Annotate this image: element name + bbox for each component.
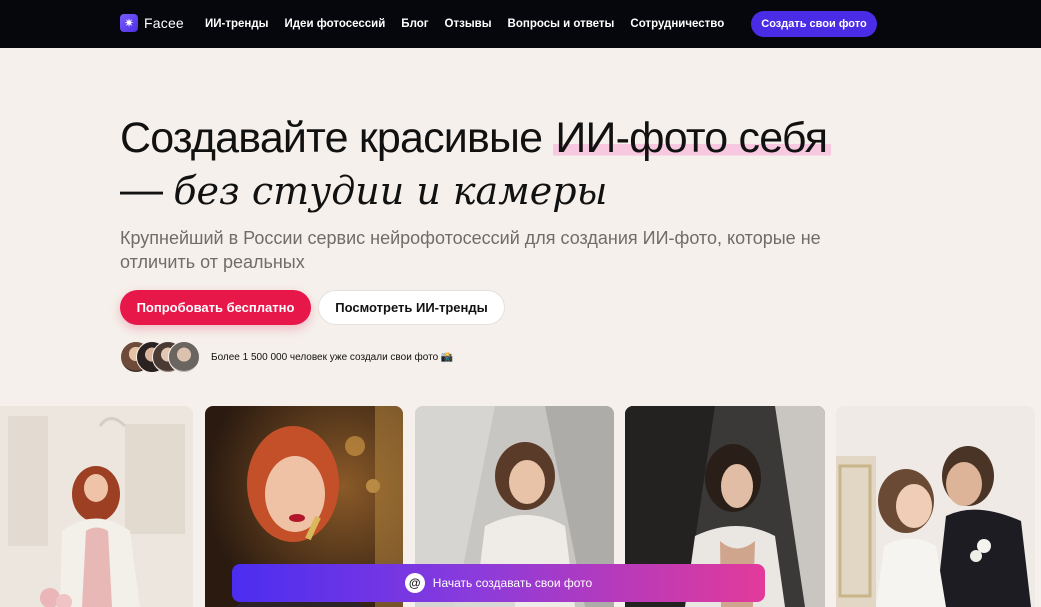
at-sign-icon: @ xyxy=(404,573,425,593)
hero-title: Создавайте красивые ИИ-фото себя — без с… xyxy=(120,112,920,217)
photo-card[interactable] xyxy=(0,406,193,607)
logo[interactable]: ✷ Facee xyxy=(120,14,184,32)
social-proof-text: Более 1 500 000 человек уже создали свои… xyxy=(211,351,454,363)
start-creating-bar[interactable]: @ Начать создавать свои фото xyxy=(232,564,765,602)
hero-subtitle: Крупнейший в России сервис нейрофотосесс… xyxy=(120,228,821,272)
try-free-button[interactable]: Попробовать бесплатно xyxy=(120,290,311,325)
nav-item-ai-trends[interactable]: ИИ-тренды xyxy=(205,18,268,30)
create-photos-button[interactable]: Создать свои фото xyxy=(751,11,877,37)
start-creating-label: Начать создавать свои фото xyxy=(432,576,593,590)
top-navbar: ✷ Facee ИИ-тренды Идеи фотосессий Блог О… xyxy=(0,0,1041,48)
photo-card[interactable] xyxy=(836,406,1035,607)
social-proof: Более 1 500 000 человек уже создали свои… xyxy=(120,341,453,373)
nav-item-faq[interactable]: Вопросы и ответы xyxy=(508,18,615,30)
nav-item-blog[interactable]: Блог xyxy=(401,18,428,30)
nav-item-reviews[interactable]: Отзывы xyxy=(445,18,492,30)
hero-title-part1: Создавайте красивые xyxy=(120,114,554,162)
view-ai-trends-button[interactable]: Посмотреть ИИ-тренды xyxy=(318,290,505,325)
hero-title-highlight: ИИ-фото себя xyxy=(553,114,832,162)
hero-title-italic: без студии и камеры xyxy=(173,169,608,213)
avatar xyxy=(168,341,200,373)
logo-text: Facee xyxy=(144,15,184,31)
hero-title-dash: — xyxy=(120,166,174,214)
main-menu: ИИ-тренды Идеи фотосессий Блог Отзывы Во… xyxy=(205,0,724,48)
nav-item-partnership[interactable]: Сотрудничество xyxy=(630,18,724,30)
nav-item-photoshoot-ideas[interactable]: Идеи фотосессий xyxy=(284,18,385,30)
sparkle-icon: ✷ xyxy=(120,14,138,32)
avatar-stack xyxy=(120,341,200,373)
